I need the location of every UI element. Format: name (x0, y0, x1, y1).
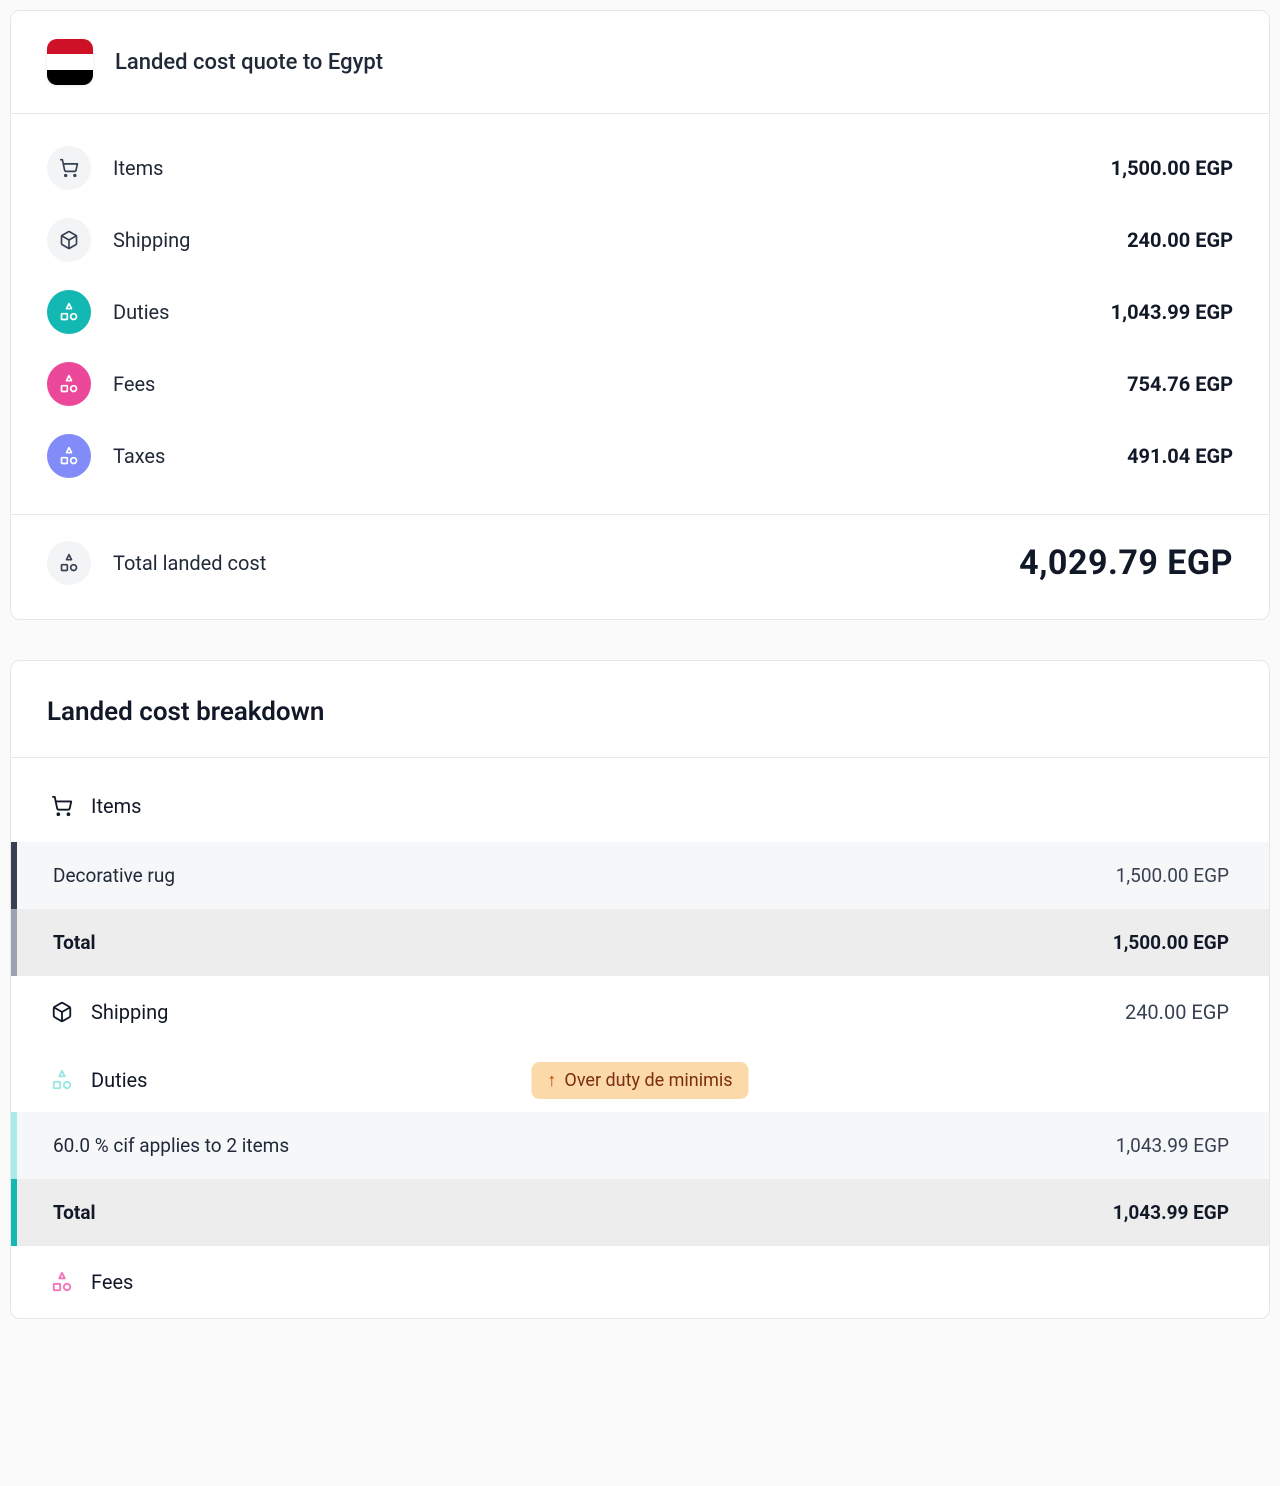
breakdown-items-total-value: 1,500.00 EGP (1113, 931, 1229, 954)
quote-header: Landed cost quote to Egypt (11, 11, 1269, 114)
shapes-icon (47, 362, 91, 406)
de-minimis-badge: ↑ Over duty de minimis (531, 1062, 748, 1099)
breakdown-section-shipping: Shipping 240.00 EGP (11, 976, 1269, 1048)
summary-value-duties: 1,043.99 EGP (1111, 300, 1233, 324)
total-label: Total landed cost (113, 551, 266, 575)
breakdown-section-items-header: Items (11, 758, 1269, 842)
egypt-flag-icon (47, 39, 93, 85)
breakdown-items-label: Items (91, 794, 141, 818)
breakdown-duty-row: 60.0 % cif applies to 2 items 1,043.99 E… (11, 1112, 1269, 1179)
summary-row-fees: Fees 754.76 EGP (47, 348, 1233, 420)
shapes-icon (51, 1271, 73, 1293)
package-icon (47, 218, 91, 262)
breakdown-items-total-row: Total 1,500.00 EGP (11, 909, 1269, 976)
breakdown-shipping-value: 240.00 EGP (1125, 1000, 1229, 1024)
breakdown-section-duties-header: Duties ↑ Over duty de minimis (11, 1048, 1269, 1112)
summary-label-fees: Fees (113, 372, 155, 396)
cart-icon (51, 795, 73, 817)
breakdown-shipping-label: Shipping (91, 1000, 168, 1024)
breakdown-item-value: 1,500.00 EGP (1116, 864, 1229, 887)
breakdown-duty-value: 1,043.99 EGP (1116, 1134, 1229, 1157)
shapes-icon (47, 541, 91, 585)
summary-label-taxes: Taxes (113, 444, 165, 468)
summary-value-shipping: 240.00 EGP (1127, 228, 1233, 252)
summary-value-items: 1,500.00 EGP (1111, 156, 1233, 180)
cart-icon (47, 146, 91, 190)
breakdown-duties-label: Duties (91, 1068, 147, 1092)
breakdown-item-row: Decorative rug 1,500.00 EGP (11, 842, 1269, 909)
breakdown-duties-total-label: Total (53, 1201, 96, 1224)
breakdown-items-total-label: Total (53, 931, 96, 954)
breakdown-item-name: Decorative rug (53, 864, 175, 887)
breakdown-fees-label: Fees (91, 1270, 133, 1294)
package-icon (51, 1001, 73, 1023)
summary-label-duties: Duties (113, 300, 169, 324)
breakdown-duty-desc: 60.0 % cif applies to 2 items (53, 1134, 289, 1157)
breakdown-section-fees-header: Fees (11, 1246, 1269, 1318)
summary-value-taxes: 491.04 EGP (1127, 444, 1233, 468)
de-minimis-badge-text: Over duty de minimis (564, 1070, 732, 1091)
total-section: Total landed cost 4,029.79 EGP (11, 514, 1269, 619)
summary-body: Items 1,500.00 EGP Shipping 240.00 EGP D… (11, 114, 1269, 514)
summary-row-shipping: Shipping 240.00 EGP (47, 204, 1233, 276)
total-value: 4,029.79 EGP (1019, 543, 1233, 583)
summary-row-taxes: Taxes 491.04 EGP (47, 420, 1233, 492)
shapes-icon (47, 434, 91, 478)
arrow-up-icon: ↑ (547, 1070, 556, 1091)
breakdown-title: Landed cost breakdown (11, 661, 1269, 758)
breakdown-duties-total-row: Total 1,043.99 EGP (11, 1179, 1269, 1246)
summary-row-duties: Duties 1,043.99 EGP (47, 276, 1233, 348)
breakdown-duties-total-value: 1,043.99 EGP (1113, 1201, 1229, 1224)
summary-row-items: Items 1,500.00 EGP (47, 132, 1233, 204)
breakdown-card: Landed cost breakdown Items Decorative r… (10, 660, 1270, 1319)
shapes-icon (47, 290, 91, 334)
shapes-icon (51, 1069, 73, 1091)
quote-summary-card: Landed cost quote to Egypt Items 1,500.0… (10, 10, 1270, 620)
summary-value-fees: 754.76 EGP (1127, 372, 1233, 396)
quote-title: Landed cost quote to Egypt (115, 50, 383, 75)
summary-label-items: Items (113, 156, 163, 180)
summary-label-shipping: Shipping (113, 228, 190, 252)
